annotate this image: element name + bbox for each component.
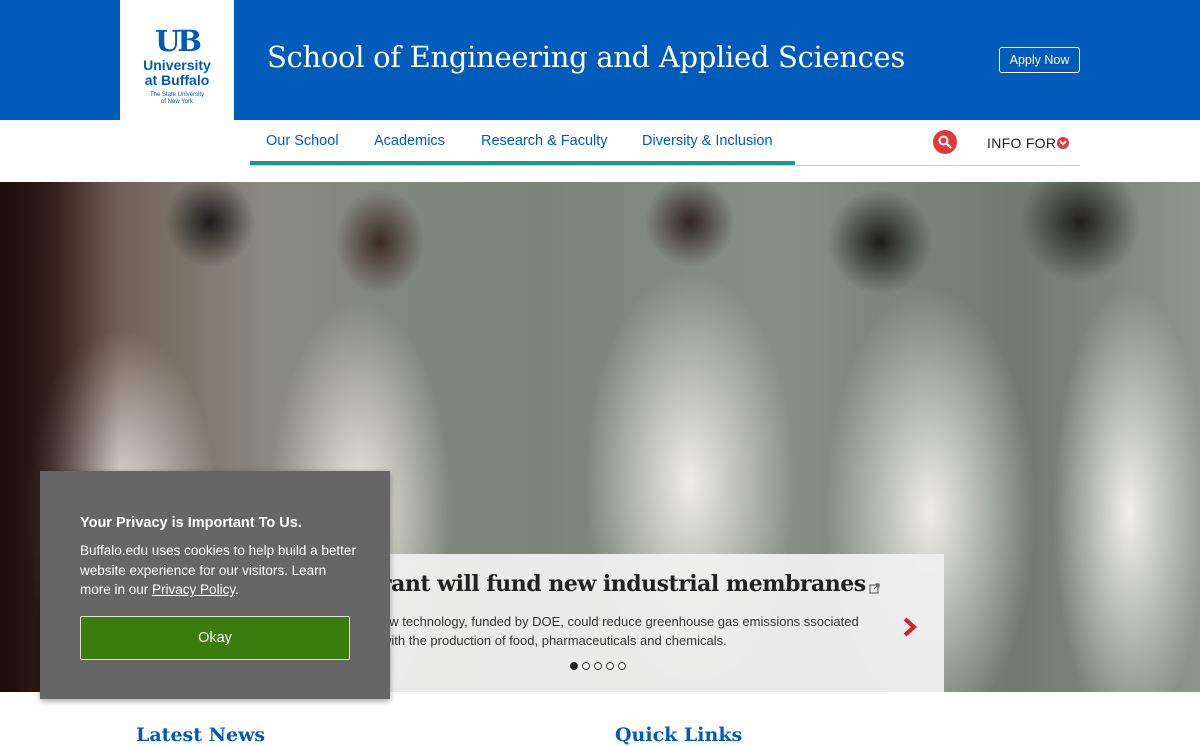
nav-item-our-school[interactable]: Our School — [266, 133, 339, 149]
nav-active-underline — [250, 161, 795, 165]
search-icon — [938, 135, 952, 149]
next-slide-icon[interactable] — [902, 616, 918, 638]
nav-item-diversity-inclusion[interactable]: Diversity & Inclusion — [642, 133, 773, 149]
logo-tagline-1: The State University — [149, 92, 205, 98]
hero-headline[interactable]: rant will fund new industrial membranes — [380, 571, 866, 597]
main-nav: Our School Academics Research & Faculty … — [250, 120, 1080, 166]
privacy-title: Your Privacy is Important To Us. — [80, 515, 302, 531]
info-for-toggle[interactable] — [1057, 137, 1069, 149]
search-button[interactable] — [933, 130, 957, 154]
site-title[interactable]: School of Engineering and Applied Scienc… — [267, 40, 905, 74]
latest-news-heading: Latest News — [136, 724, 266, 746]
logo-tagline-2: of New York — [160, 99, 194, 105]
okay-button[interactable]: Okay — [80, 616, 350, 660]
ub-logo-mark: UB — [155, 24, 202, 58]
nav-item-academics[interactable]: Academics — [374, 133, 445, 149]
quick-links-heading: Quick Links — [615, 724, 743, 746]
nav-item-research-faculty[interactable]: Research & Faculty — [481, 133, 608, 149]
privacy-text: Buffalo.edu uses cookies to help build a… — [80, 541, 360, 600]
slide-dot-4[interactable] — [606, 662, 614, 670]
privacy-banner: Your Privacy is Important To Us. Buffalo… — [40, 471, 390, 699]
chevron-down-icon — [1059, 140, 1067, 146]
apply-now-button[interactable]: Apply Now — [999, 47, 1080, 73]
slide-dot-3[interactable] — [594, 662, 602, 670]
hero-caption: rant will fund new industrial membranes … — [380, 554, 944, 692]
info-for-menu[interactable]: INFO FOR — [987, 135, 1056, 151]
university-logo[interactable]: UB University at Buffalo The State Unive… — [120, 0, 234, 140]
slide-dot-2[interactable] — [582, 662, 590, 670]
slide-dot-1[interactable] — [570, 662, 578, 670]
privacy-policy-link[interactable]: Privacy Policy — [152, 582, 235, 597]
privacy-period: . — [235, 582, 239, 597]
logo-line-university: University — [143, 57, 211, 73]
hero-summary: ew technology, funded by DOE, could redu… — [382, 614, 859, 648]
slide-dot-5[interactable] — [618, 662, 626, 670]
logo-line-at-buffalo: at Buffalo — [144, 72, 210, 88]
external-link-icon — [869, 583, 880, 594]
